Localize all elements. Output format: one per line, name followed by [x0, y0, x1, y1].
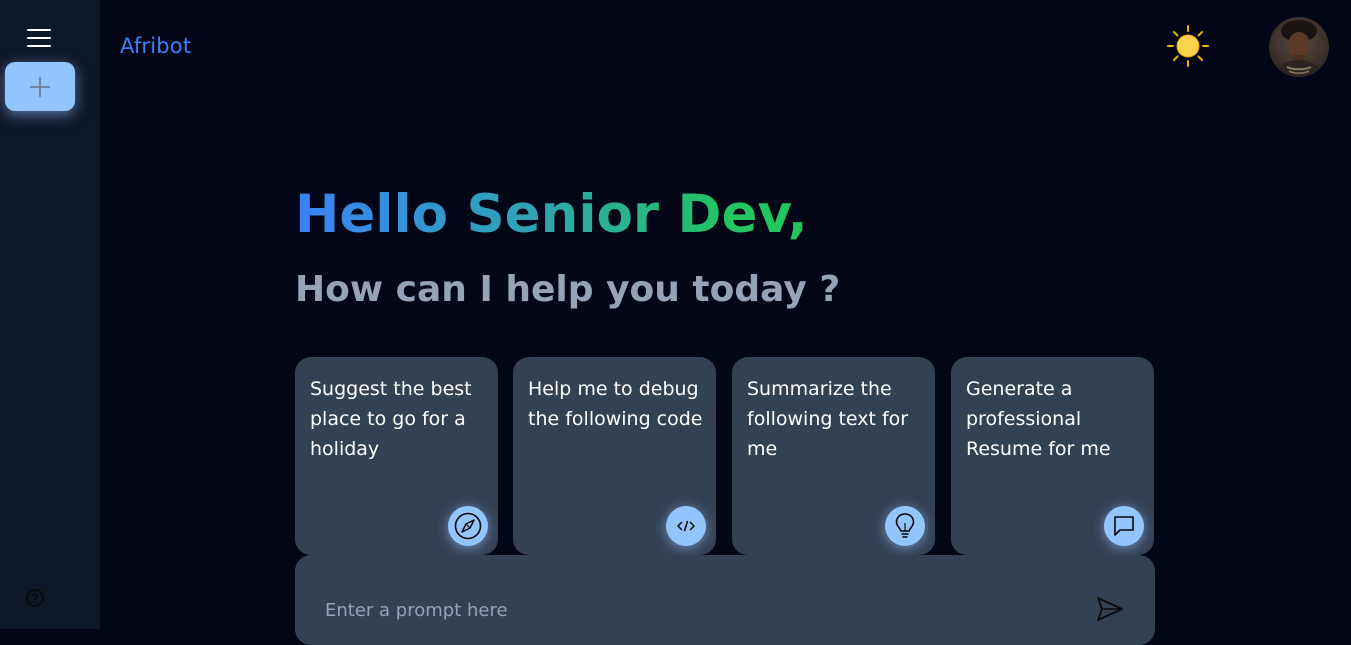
code-icon	[666, 506, 706, 546]
prompt-input[interactable]	[325, 594, 1065, 626]
hamburger-icon[interactable]	[26, 27, 54, 49]
lightbulb-icon	[885, 506, 925, 546]
message-icon	[1104, 506, 1144, 546]
greeting-title: Hello Senior Dev,	[295, 180, 808, 250]
send-icon[interactable]	[1095, 595, 1125, 623]
sidebar	[0, 0, 100, 629]
app-title: Afribot	[120, 34, 192, 58]
prompt-bar	[295, 555, 1155, 645]
help-icon[interactable]	[25, 588, 45, 608]
suggestion-card-debug[interactable]: Help me to debug the following code	[513, 357, 716, 555]
card-text: Generate a professional Resume for me	[966, 378, 1111, 460]
card-text: Summarize the following text for me	[747, 378, 909, 460]
suggestion-card-summarize[interactable]: Summarize the following text for me	[732, 357, 935, 555]
card-text: Help me to debug the following code	[528, 378, 703, 430]
card-text: Suggest the best place to go for a holid…	[310, 378, 472, 460]
plus-icon	[30, 76, 50, 97]
greeting-subtitle: How can I help you today ?	[295, 269, 841, 310]
sun-icon[interactable]	[1166, 24, 1210, 68]
suggestion-card-resume[interactable]: Generate a professional Resume for me	[951, 357, 1154, 555]
user-avatar[interactable]	[1269, 17, 1329, 77]
suggestion-card-holiday[interactable]: Suggest the best place to go for a holid…	[295, 357, 498, 555]
new-chat-button[interactable]	[5, 62, 75, 111]
compass-icon	[448, 506, 488, 546]
